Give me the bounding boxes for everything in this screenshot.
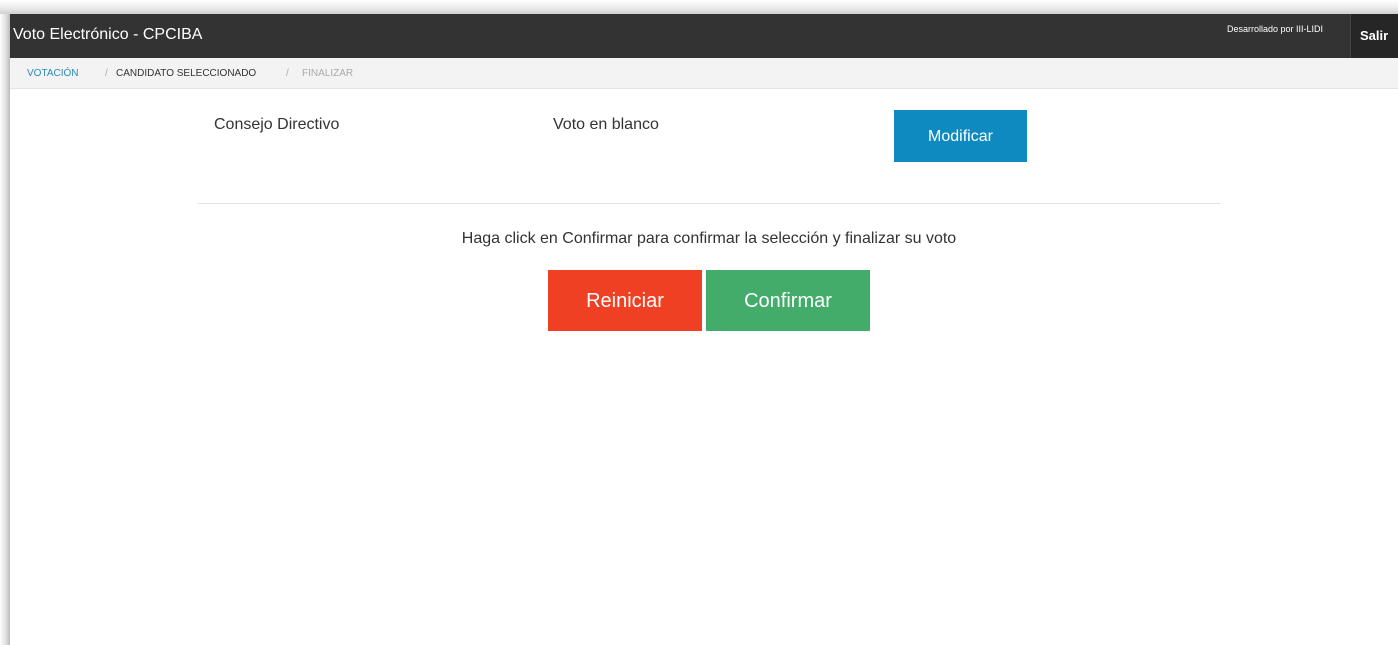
window-shadow-left bbox=[0, 14, 10, 645]
logout-button[interactable]: Salir bbox=[1350, 14, 1398, 58]
window-shadow-top bbox=[0, 0, 1398, 14]
reset-button[interactable]: Reiniciar bbox=[548, 270, 702, 331]
app-title[interactable]: Voto Electrónico - CPCIBA bbox=[13, 26, 202, 44]
selection-choice-label: Voto en blanco bbox=[553, 116, 659, 133]
section-divider bbox=[198, 203, 1220, 204]
breadcrumb-separator: / bbox=[105, 68, 108, 79]
app-window: Voto Electrónico - CPCIBA Desarrollado p… bbox=[10, 14, 1398, 645]
confirm-button[interactable]: Confirmar bbox=[706, 270, 870, 331]
top-navbar: Voto Electrónico - CPCIBA Desarrollado p… bbox=[10, 14, 1398, 58]
breadcrumb-separator: / bbox=[286, 68, 289, 79]
breadcrumb-item-candidato-seleccionado: CANDIDATO SELECCIONADO bbox=[116, 68, 257, 79]
screenshot-frame: Voto Electrónico - CPCIBA Desarrollado p… bbox=[0, 0, 1398, 645]
breadcrumb-item-votacion[interactable]: VOTACIÓN bbox=[27, 58, 78, 89]
modify-button[interactable]: Modificar bbox=[894, 110, 1027, 162]
breadcrumb: VOTACIÓN / CANDIDATO SELECCIONADO / FINA… bbox=[10, 58, 1398, 89]
breadcrumb-item-finalizar: FINALIZAR bbox=[302, 68, 354, 79]
confirmation-instruction: Haga click en Confirmar para confirmar l… bbox=[461, 230, 957, 247]
developer-credit: Desarrollado por III-LIDI bbox=[1227, 24, 1324, 34]
selection-cargo-label: Consejo Directivo bbox=[214, 116, 340, 133]
